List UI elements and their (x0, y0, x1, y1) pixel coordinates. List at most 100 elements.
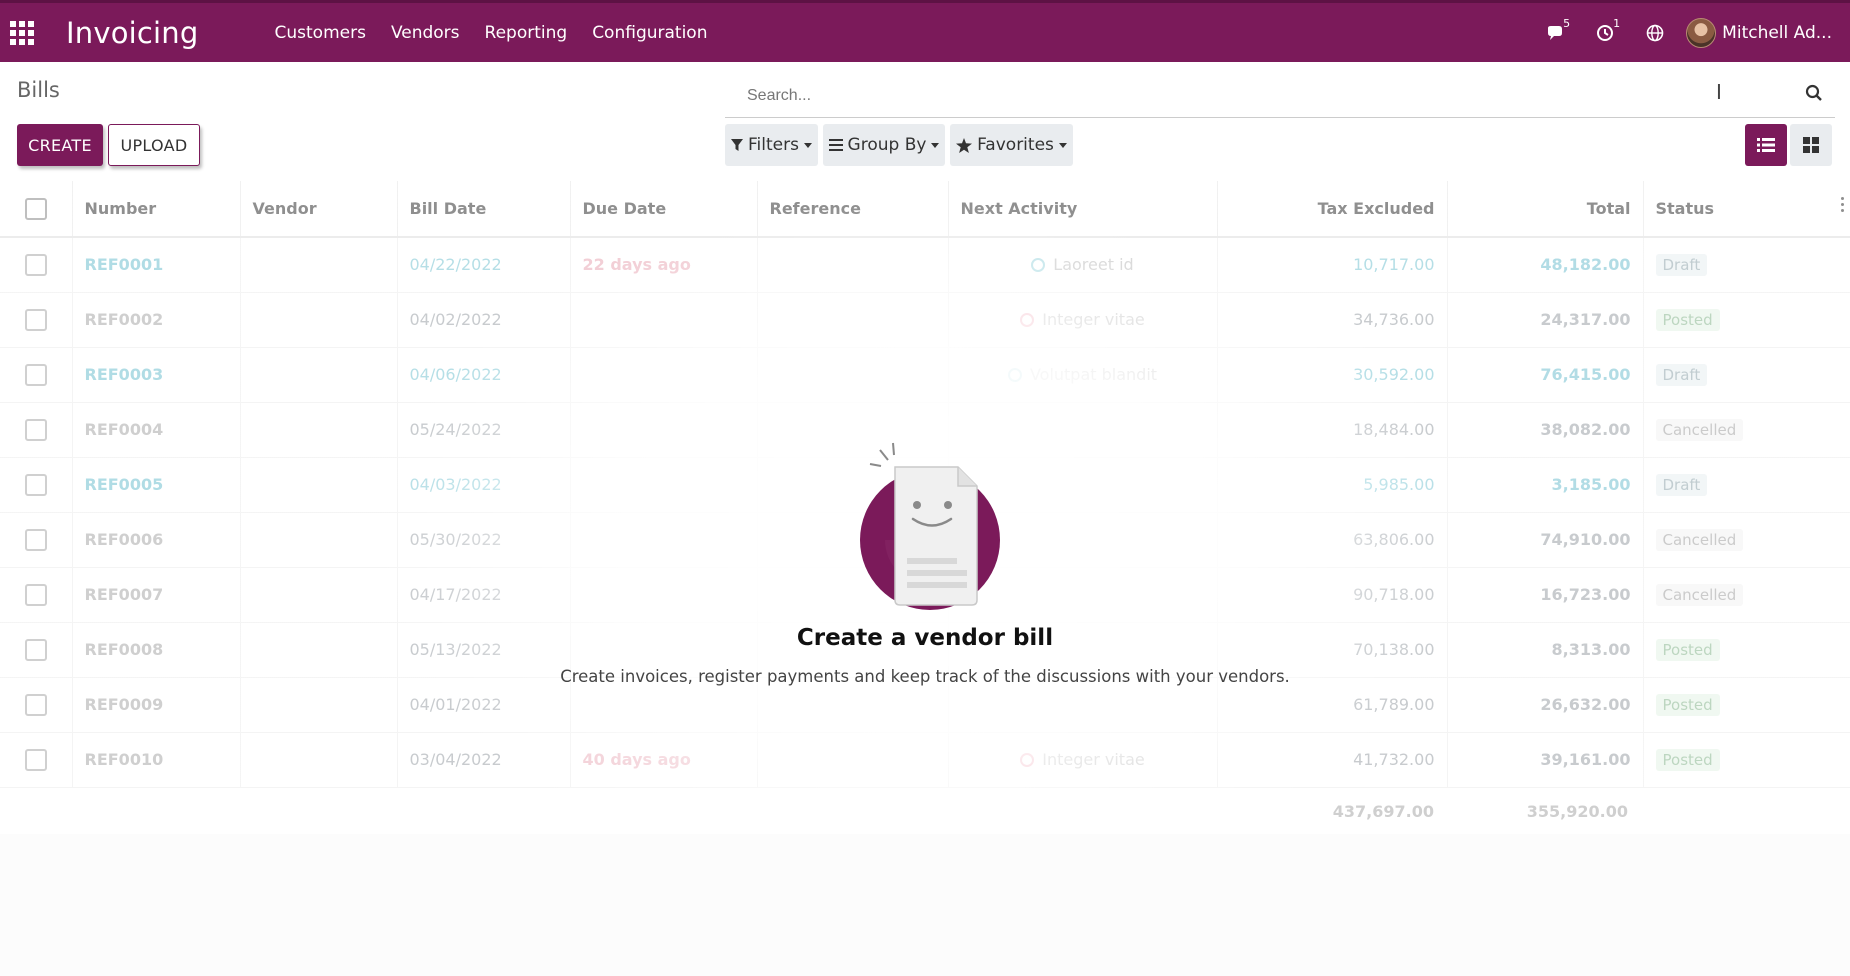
cell-vendor[interactable] (240, 622, 398, 678)
cell-number[interactable]: REF0003 (72, 347, 241, 403)
row-checkbox[interactable] (24, 693, 47, 716)
cell-bill-date[interactable]: 03/04/2022 (397, 732, 571, 788)
cell-number[interactable]: REF0008 (72, 622, 241, 678)
cell-bill-date[interactable]: 04/06/2022 (397, 347, 571, 403)
cell-status[interactable]: Cancelled (1643, 567, 1850, 623)
kanban-view-button[interactable] (1790, 124, 1832, 166)
cell-vendor[interactable] (240, 732, 398, 788)
cell-number[interactable]: REF0007 (72, 567, 241, 623)
cell-tax-excluded[interactable]: 30,592.00 (1217, 347, 1448, 403)
favorites-button[interactable]: Favorites (950, 124, 1073, 166)
cell-vendor[interactable] (240, 292, 398, 348)
cell-total[interactable]: 38,082.00 (1447, 402, 1644, 458)
filters-button[interactable]: Filters (725, 124, 818, 166)
menu-reporting[interactable]: Reporting (472, 2, 580, 64)
table-row[interactable]: REF0002 04/02/2022 Integer vitae 34,736.00 2… (0, 292, 1850, 348)
table-row[interactable]: REF0010 03/04/2022 40 days ago Integer vita… (0, 732, 1850, 788)
create-button[interactable]: CREATE (17, 124, 103, 166)
table-row[interactable]: REF0003 04/06/2022 Volutpat blandit 30,592.… (0, 347, 1850, 403)
cell-number[interactable]: REF0004 (72, 402, 241, 458)
search-icon[interactable] (1805, 84, 1827, 106)
row-checkbox[interactable] (24, 638, 47, 661)
website-globe-icon[interactable] (1630, 3, 1680, 62)
cell-status[interactable]: Posted (1643, 292, 1850, 348)
groupby-button[interactable]: Group By (823, 124, 945, 166)
row-checkbox[interactable] (24, 308, 47, 331)
cell-total[interactable]: 48,182.00 (1447, 237, 1644, 293)
cell-total[interactable]: 8,313.00 (1447, 622, 1644, 678)
cell-reference[interactable] (757, 292, 949, 348)
optional-columns-icon[interactable] (1841, 197, 1844, 212)
menu-configuration[interactable]: Configuration (580, 2, 720, 64)
col-status[interactable]: Status (1643, 181, 1850, 238)
row-checkbox[interactable] (24, 363, 47, 386)
cell-total[interactable]: 24,317.00 (1447, 292, 1644, 348)
cell-tax-excluded[interactable]: 34,736.00 (1217, 292, 1448, 348)
cell-status[interactable]: Cancelled (1643, 512, 1850, 568)
menu-customers[interactable]: Customers (262, 2, 378, 64)
cell-bill-date[interactable]: 04/22/2022 (397, 237, 571, 293)
cell-number[interactable]: REF0005 (72, 457, 241, 513)
cell-next-activity[interactable]: Integer vitae (948, 292, 1218, 348)
cell-due-date[interactable]: 22 days ago (570, 237, 758, 293)
cell-vendor[interactable] (240, 347, 398, 403)
activities-icon[interactable]: 1 (1580, 3, 1630, 62)
cell-number[interactable]: REF0009 (72, 677, 241, 733)
cell-total[interactable]: 3,185.00 (1447, 457, 1644, 513)
cell-next-activity[interactable]: Integer vitae (948, 732, 1218, 788)
cell-status[interactable]: Cancelled (1643, 402, 1850, 458)
cell-total[interactable]: 26,632.00 (1447, 677, 1644, 733)
cell-status[interactable]: Draft (1643, 347, 1850, 403)
table-row[interactable]: REF0001 04/22/2022 22 days ago Laoreet id 10… (0, 237, 1850, 293)
cell-reference[interactable] (757, 347, 949, 403)
cell-vendor[interactable] (240, 457, 398, 513)
col-tax-excluded[interactable]: Tax Excluded (1217, 181, 1448, 238)
col-due-date[interactable]: Due Date (570, 181, 758, 238)
cell-number[interactable]: REF0002 (72, 292, 241, 348)
row-checkbox[interactable] (24, 418, 47, 441)
row-checkbox[interactable] (24, 528, 47, 551)
user-name[interactable]: Mitchell Ad... (1722, 23, 1832, 43)
cell-tax-excluded[interactable]: 41,732.00 (1217, 732, 1448, 788)
app-title[interactable]: Invoicing (66, 16, 262, 50)
cell-vendor[interactable] (240, 677, 398, 733)
cell-next-activity[interactable]: Volutpat blandit (948, 347, 1218, 403)
cell-number[interactable]: REF0006 (72, 512, 241, 568)
search-input[interactable] (725, 75, 1725, 116)
cell-due-date[interactable] (570, 347, 758, 403)
row-checkbox[interactable] (24, 583, 47, 606)
col-total[interactable]: Total (1447, 181, 1644, 238)
cell-number[interactable]: REF0001 (72, 237, 241, 293)
cell-status[interactable]: Draft (1643, 237, 1850, 293)
apps-menu-icon[interactable] (0, 2, 44, 64)
user-avatar[interactable] (1686, 17, 1717, 48)
cell-next-activity[interactable]: Laoreet id (948, 237, 1218, 293)
col-next-activity[interactable]: Next Activity (948, 181, 1218, 238)
cell-status[interactable]: Posted (1643, 677, 1850, 733)
cell-status[interactable]: Posted (1643, 732, 1850, 788)
cell-vendor[interactable] (240, 237, 398, 293)
list-view-button[interactable] (1745, 124, 1787, 166)
cell-status[interactable]: Draft (1643, 457, 1850, 513)
row-checkbox[interactable] (24, 748, 47, 771)
cell-number[interactable]: REF0010 (72, 732, 241, 788)
cell-reference[interactable] (757, 732, 949, 788)
cell-vendor[interactable] (240, 567, 398, 623)
col-reference[interactable]: Reference (757, 181, 949, 238)
select-all-checkbox[interactable] (24, 197, 47, 220)
col-vendor[interactable]: Vendor (240, 181, 398, 238)
row-checkbox[interactable] (24, 473, 47, 496)
cell-reference[interactable] (757, 237, 949, 293)
cell-total[interactable]: 16,723.00 (1447, 567, 1644, 623)
cell-vendor[interactable] (240, 512, 398, 568)
cell-status[interactable]: Posted (1643, 622, 1850, 678)
col-number[interactable]: Number (72, 181, 241, 238)
menu-vendors[interactable]: Vendors (378, 2, 472, 64)
cell-due-date[interactable] (570, 292, 758, 348)
cell-total[interactable]: 39,161.00 (1447, 732, 1644, 788)
col-bill-date[interactable]: Bill Date (397, 181, 571, 238)
cell-tax-excluded[interactable]: 10,717.00 (1217, 237, 1448, 293)
cell-total[interactable]: 74,910.00 (1447, 512, 1644, 568)
upload-button[interactable]: UPLOAD (108, 124, 200, 166)
cell-total[interactable]: 76,415.00 (1447, 347, 1644, 403)
